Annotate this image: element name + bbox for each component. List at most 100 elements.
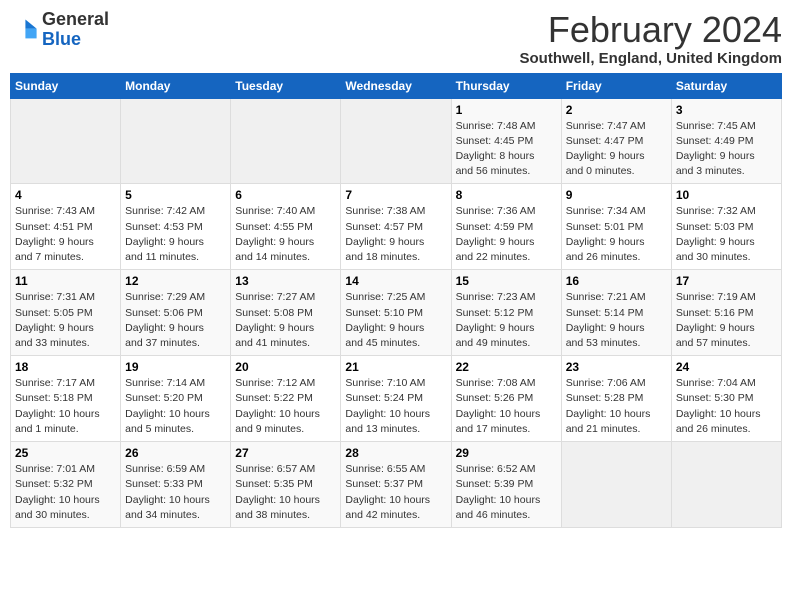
header: General Blue February 2024 Southwell, En…	[10, 10, 782, 67]
day-number: 24	[676, 360, 777, 374]
calendar-cell: 24 Sunrise: 7:04 AMSunset: 5:30 PMDayligh…	[671, 356, 781, 442]
day-info: Sunrise: 7:36 AMSunset: 4:59 PMDaylight:…	[456, 204, 557, 265]
weekday-header-tuesday: Tuesday	[231, 73, 341, 98]
day-info: Sunrise: 7:21 AMSunset: 5:14 PMDaylight:…	[566, 290, 667, 351]
day-info: Sunrise: 7:06 AMSunset: 5:28 PMDaylight:…	[566, 376, 667, 437]
weekday-header-saturday: Saturday	[671, 73, 781, 98]
weekday-header-sunday: Sunday	[11, 73, 121, 98]
calendar-cell: 6Sunrise: 7:40 AMSunset: 4:55 PMDaylight…	[231, 184, 341, 270]
calendar-cell: 16 Sunrise: 7:21 AMSunset: 5:14 PMDayligh…	[561, 270, 671, 356]
day-number: 3	[676, 103, 777, 117]
weekday-header-thursday: Thursday	[451, 73, 561, 98]
calendar-header: SundayMondayTuesdayWednesdayThursdayFrid…	[11, 73, 782, 98]
calendar-cell	[561, 442, 671, 528]
day-number: 10	[676, 188, 777, 202]
weekday-header-wednesday: Wednesday	[341, 73, 451, 98]
calendar-cell: 7 Sunrise: 7:38 AMSunset: 4:57 PMDaylight…	[341, 184, 451, 270]
calendar-cell: 12 Sunrise: 7:29 AMSunset: 5:06 PMDayligh…	[121, 270, 231, 356]
day-number: 23	[566, 360, 667, 374]
day-number: 16	[566, 274, 667, 288]
calendar-cell: 13 Sunrise: 7:27 AMSunset: 5:08 PMDayligh…	[231, 270, 341, 356]
calendar-cell: 4 Sunrise: 7:43 AMSunset: 4:51 PMDaylight…	[11, 184, 121, 270]
day-number: 28	[345, 446, 446, 460]
calendar-cell	[341, 98, 451, 184]
day-info: Sunrise: 7:32 AMSunset: 5:03 PMDaylight:…	[676, 204, 777, 265]
day-info: Sunrise: 7:08 AMSunset: 5:26 PMDaylight:…	[456, 376, 557, 437]
day-number: 18	[15, 360, 116, 374]
calendar-cell: 8 Sunrise: 7:36 AMSunset: 4:59 PMDaylight…	[451, 184, 561, 270]
calendar-cell: 9Sunrise: 7:34 AMSunset: 5:01 PMDaylight…	[561, 184, 671, 270]
calendar-cell: 11Sunrise: 7:31 AMSunset: 5:05 PMDayligh…	[11, 270, 121, 356]
calendar: SundayMondayTuesdayWednesdayThursdayFrid…	[10, 73, 782, 528]
week-row-5: 25Sunrise: 7:01 AMSunset: 5:32 PMDayligh…	[11, 442, 782, 528]
day-info: Sunrise: 7:48 AMSunset: 4:45 PMDaylight:…	[456, 119, 557, 180]
calendar-cell: 10 Sunrise: 7:32 AMSunset: 5:03 PMDayligh…	[671, 184, 781, 270]
calendar-cell	[231, 98, 341, 184]
day-info: Sunrise: 7:01 AMSunset: 5:32 PMDaylight:…	[15, 462, 116, 523]
day-info: Sunrise: 7:29 AMSunset: 5:06 PMDaylight:…	[125, 290, 226, 351]
day-number: 21	[345, 360, 446, 374]
day-number: 27	[235, 446, 336, 460]
day-info: Sunrise: 7:04 AMSunset: 5:30 PMDaylight:…	[676, 376, 777, 437]
calendar-cell: 20Sunrise: 7:12 AMSunset: 5:22 PMDayligh…	[231, 356, 341, 442]
day-number: 7	[345, 188, 446, 202]
calendar-cell: 23 Sunrise: 7:06 AMSunset: 5:28 PMDayligh…	[561, 356, 671, 442]
day-info: Sunrise: 6:55 AMSunset: 5:37 PMDaylight:…	[345, 462, 446, 523]
day-info: Sunrise: 7:25 AMSunset: 5:10 PMDaylight:…	[345, 290, 446, 351]
calendar-body: 1 Sunrise: 7:48 AMSunset: 4:45 PMDaylight…	[11, 98, 782, 527]
day-number: 29	[456, 446, 557, 460]
day-number: 17	[676, 274, 777, 288]
logo-general: General	[42, 10, 109, 30]
day-info: Sunrise: 7:45 AMSunset: 4:49 PMDaylight:…	[676, 119, 777, 180]
day-number: 8	[456, 188, 557, 202]
logo-text: General Blue	[42, 10, 109, 50]
calendar-cell	[671, 442, 781, 528]
calendar-cell: 3 Sunrise: 7:45 AMSunset: 4:49 PMDaylight…	[671, 98, 781, 184]
weekday-header-friday: Friday	[561, 73, 671, 98]
calendar-cell: 25Sunrise: 7:01 AMSunset: 5:32 PMDayligh…	[11, 442, 121, 528]
calendar-cell: 2 Sunrise: 7:47 AMSunset: 4:47 PMDaylight…	[561, 98, 671, 184]
day-info: Sunrise: 7:43 AMSunset: 4:51 PMDaylight:…	[15, 204, 116, 265]
day-info: Sunrise: 6:52 AMSunset: 5:39 PMDaylight:…	[456, 462, 557, 523]
day-number: 19	[125, 360, 226, 374]
calendar-cell: 21Sunrise: 7:10 AMSunset: 5:24 PMDayligh…	[341, 356, 451, 442]
day-number: 9	[566, 188, 667, 202]
week-row-4: 18 Sunrise: 7:17 AMSunset: 5:18 PMDayligh…	[11, 356, 782, 442]
day-number: 13	[235, 274, 336, 288]
title-area: February 2024 Southwell, England, United…	[520, 10, 783, 67]
weekday-header-monday: Monday	[121, 73, 231, 98]
day-info: Sunrise: 7:42 AMSunset: 4:53 PMDaylight:…	[125, 204, 226, 265]
calendar-cell: 28 Sunrise: 6:55 AMSunset: 5:37 PMDayligh…	[341, 442, 451, 528]
day-number: 12	[125, 274, 226, 288]
day-info: Sunrise: 7:23 AMSunset: 5:12 PMDaylight:…	[456, 290, 557, 351]
day-number: 26	[125, 446, 226, 460]
calendar-cell: 27 Sunrise: 6:57 AMSunset: 5:35 PMDayligh…	[231, 442, 341, 528]
day-number: 11	[15, 274, 116, 288]
day-info: Sunrise: 6:59 AMSunset: 5:33 PMDaylight:…	[125, 462, 226, 523]
calendar-cell: 14 Sunrise: 7:25 AMSunset: 5:10 PMDayligh…	[341, 270, 451, 356]
day-number: 20	[235, 360, 336, 374]
calendar-cell: 1 Sunrise: 7:48 AMSunset: 4:45 PMDaylight…	[451, 98, 561, 184]
day-number: 6	[235, 188, 336, 202]
calendar-cell: 26 Sunrise: 6:59 AMSunset: 5:33 PMDayligh…	[121, 442, 231, 528]
calendar-cell	[121, 98, 231, 184]
calendar-cell: 5 Sunrise: 7:42 AMSunset: 4:53 PMDaylight…	[121, 184, 231, 270]
day-number: 4	[15, 188, 116, 202]
day-info: Sunrise: 7:17 AMSunset: 5:18 PMDaylight:…	[15, 376, 116, 437]
day-number: 14	[345, 274, 446, 288]
weekday-row: SundayMondayTuesdayWednesdayThursdayFrid…	[11, 73, 782, 98]
day-number: 5	[125, 188, 226, 202]
calendar-cell: 19 Sunrise: 7:14 AMSunset: 5:20 PMDayligh…	[121, 356, 231, 442]
calendar-cell: 29 Sunrise: 6:52 AMSunset: 5:39 PMDayligh…	[451, 442, 561, 528]
day-number: 2	[566, 103, 667, 117]
day-info: Sunrise: 7:38 AMSunset: 4:57 PMDaylight:…	[345, 204, 446, 265]
day-info: Sunrise: 7:47 AMSunset: 4:47 PMDaylight:…	[566, 119, 667, 180]
day-number: 1	[456, 103, 557, 117]
day-info: Sunrise: 7:14 AMSunset: 5:20 PMDaylight:…	[125, 376, 226, 437]
day-info: Sunrise: 6:57 AMSunset: 5:35 PMDaylight:…	[235, 462, 336, 523]
day-info: Sunrise: 7:19 AMSunset: 5:16 PMDaylight:…	[676, 290, 777, 351]
day-info: Sunrise: 7:27 AMSunset: 5:08 PMDaylight:…	[235, 290, 336, 351]
calendar-cell: 22 Sunrise: 7:08 AMSunset: 5:26 PMDayligh…	[451, 356, 561, 442]
calendar-cell: 17 Sunrise: 7:19 AMSunset: 5:16 PMDayligh…	[671, 270, 781, 356]
day-number: 22	[456, 360, 557, 374]
